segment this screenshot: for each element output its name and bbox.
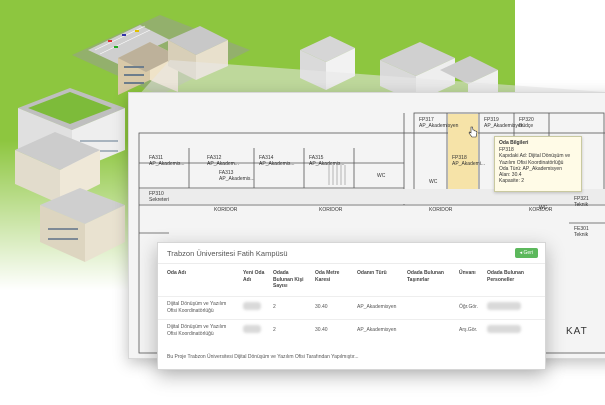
column-header[interactable]: Odanın Türü [354,264,404,296]
corridor-label: KORIDOR [319,207,343,213]
column-header[interactable]: Ünvanı [456,264,484,296]
card-title: Trabzon Üniversitesi Fatih Kampüsü [167,248,288,258]
table-row[interactable]: Dijital Dönüşüm ve Yazılım Ofisi Koordin… [158,295,545,319]
cell-room-type: AP_Akademisyen [354,318,404,342]
redacted-value [487,325,521,333]
tooltip-title: Oda Bilgileri [499,140,529,146]
cell-room-name: Dijital Dönüşüm ve Yazılım Ofisi Koordin… [158,295,240,319]
cell-room-name: Dijital Dönüşüm ve Yazılım Ofisi Koordin… [158,318,240,342]
column-header[interactable]: Odada Bulunan Taşınırlar [404,264,456,296]
wc-label: WC [429,179,438,185]
card-footer: Bu Proje Trabzon Üniversitesi Dijital Dö… [167,354,359,360]
floor-label: KAT [566,326,588,337]
back-button[interactable]: ◂ Geri [514,248,538,258]
room-fe301[interactable]: FE301 Teknik [574,226,589,238]
cell-personnel [484,295,545,319]
cell-personnel [484,318,545,342]
redacted-value [487,302,521,310]
rooms-table: Oda Adı Yeni Oda Adı Odada Bulunan Kişi … [158,264,545,342]
room-fp317[interactable]: FP317 AP_Akademisyen [419,117,458,129]
room-fa313[interactable]: FA313 AP_Akademis... [219,170,255,182]
room-fa311[interactable]: FA311 AP_Akademis... [149,155,185,167]
cell-new-room-name [240,295,270,319]
column-header[interactable]: Odada Bulunan Personeller [484,264,545,296]
cell-title: Arş.Gör. [456,318,484,342]
room-fp310[interactable]: FP310 Sekreteri [149,191,169,203]
room-fp318[interactable]: FP318 AP_Akademi... [452,155,485,167]
corridor-label: KORIDOR [214,207,238,213]
room-fa312[interactable]: FA312 AP_Akadem... [207,155,239,167]
cell-square-meters: 30.40 [312,318,354,342]
room-fp321[interactable]: FP321 Teknik [574,196,589,208]
cell-person-count: 2 [270,318,312,342]
table-row[interactable]: Dijital Dönüşüm ve Yazılım Ofisi Koordin… [158,318,545,342]
cell-assets [404,318,456,342]
cell-title: Öğr.Gör. [456,295,484,319]
room-fp319[interactable]: FP319 AP_Akademisyen [484,117,523,129]
room-fa314[interactable]: FA314 AP_Akademis... [259,155,295,167]
redacted-value [243,302,261,310]
cell-person-count: 2 [270,295,312,319]
cell-square-meters: 30.40 [312,295,354,319]
cell-room-type: AP_Akademisyen [354,295,404,319]
column-header[interactable]: Oda Metre Karesi [312,264,354,296]
corridor-label: KORIDOR [429,207,453,213]
tooltip-line: Kapasite: 2 [499,178,525,185]
tooltip-line: Kapıdaki Ad: Dijital Dönüşüm ve [499,153,571,160]
room-fp320[interactable]: FP320 Büdçe [519,117,534,129]
room-fa315[interactable]: FA315 AP_Akademis... [309,155,345,167]
card-header: Trabzon Üniversitesi Fatih Kampüsü ◂ Ger… [158,243,545,264]
wc-label: WC [539,205,548,211]
column-header[interactable]: Oda Adı [158,264,240,296]
room-details-card: Trabzon Üniversitesi Fatih Kampüsü ◂ Ger… [157,242,546,370]
column-header[interactable]: Odada Bulunan Kişi Sayısı [270,264,312,296]
cell-new-room-name [240,318,270,342]
column-header[interactable]: Yeni Oda Adı [240,264,270,296]
table-header-row: Oda Adı Yeni Oda Adı Odada Bulunan Kişi … [158,264,545,296]
cell-assets [404,295,456,319]
redacted-value [243,325,261,333]
back-button-label: Geri [523,250,533,256]
wc-label: WC [377,173,386,179]
room-info-tooltip: Oda Bilgileri FP318 Kapıdaki Ad: Dijital… [494,136,582,192]
hand-cursor-icon [468,126,478,138]
